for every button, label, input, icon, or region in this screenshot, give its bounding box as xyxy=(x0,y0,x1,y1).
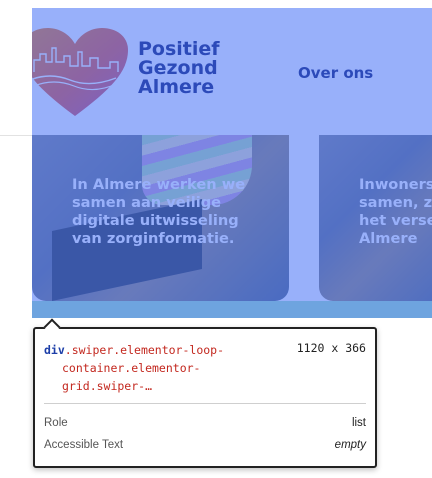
slide-card-2[interactable]: Inwoners samen, z het verse Almere xyxy=(319,135,432,301)
section-strip xyxy=(32,301,432,318)
role-label: Role xyxy=(44,417,68,429)
selector-line-1: .swiper.elementor-loop- xyxy=(64,343,225,357)
nav-link-over-ons[interactable]: Over ons xyxy=(298,64,373,82)
heart-logo-icon[interactable] xyxy=(32,26,130,118)
slide-card-2-text: Inwoners samen, z het verse Almere xyxy=(359,176,432,248)
accessible-text-label: Accessible Text xyxy=(44,439,124,451)
tooltip-divider xyxy=(44,403,366,404)
slide-card-2-line-4: Almere xyxy=(359,230,418,247)
element-tag: div xyxy=(44,343,65,357)
accessible-text-value: empty xyxy=(334,439,366,451)
slide-card-1-text: In Almere werken we samen aan veilige di… xyxy=(72,176,246,247)
slide-card-2-line-1: Inwoners xyxy=(359,176,432,193)
brand-line-3: Almere xyxy=(138,76,215,98)
brand-name[interactable]: Positief Gezond Almere xyxy=(138,40,220,97)
element-dimensions: 1120 x 366 xyxy=(296,341,366,355)
selector-line-2: container.elementor- xyxy=(62,361,201,375)
slide-card-2-line-3: het verse xyxy=(359,212,432,229)
selector-line-3: grid.swiper-… xyxy=(62,379,153,393)
element-selector: div.swiper.elementor-loop- container.ele… xyxy=(44,341,274,395)
site-header: Positief Gezond Almere Over ons xyxy=(32,8,432,135)
swiper-loop-container[interactable]: In Almere werken we samen aan veilige di… xyxy=(32,135,432,318)
slide-card-1[interactable]: In Almere werken we samen aan veilige di… xyxy=(32,135,289,301)
header-left-edge xyxy=(0,8,32,136)
inspector-tooltip: div.swiper.elementor-loop- container.ele… xyxy=(33,327,377,468)
slide-card-2-line-2: samen, z xyxy=(359,194,432,211)
role-value: list xyxy=(351,417,366,429)
